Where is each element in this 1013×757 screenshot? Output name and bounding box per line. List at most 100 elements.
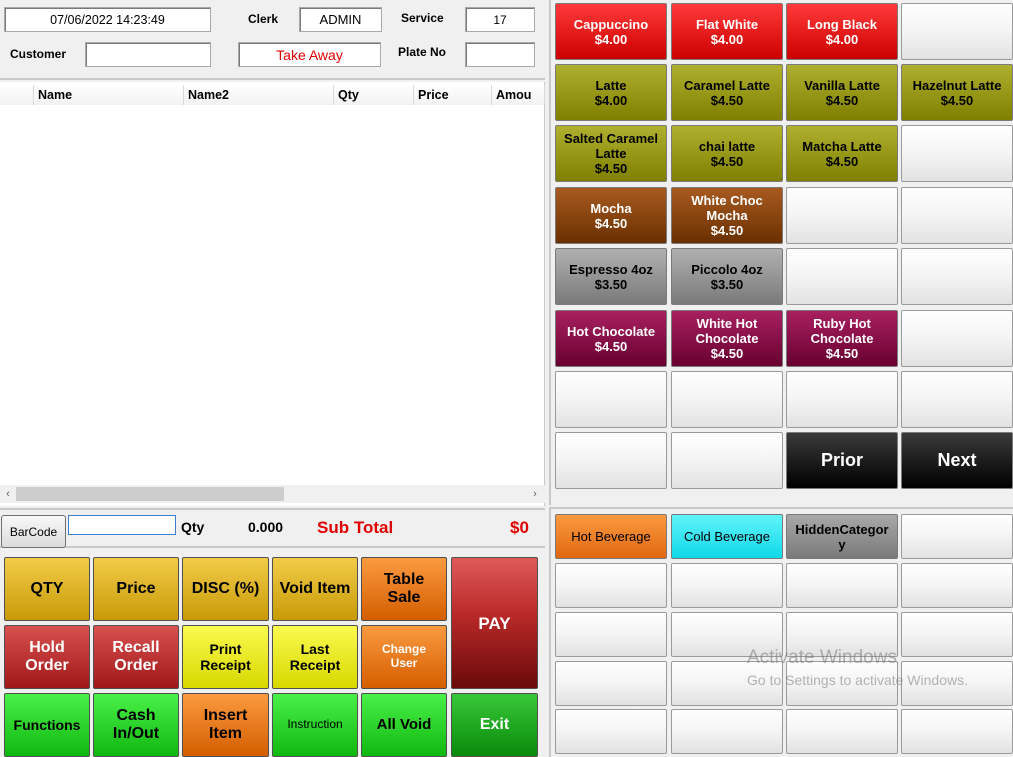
col-qty[interactable]: Qty (334, 85, 414, 105)
product-latte[interactable]: Latte $4.00 (555, 64, 667, 121)
empty-product-slot[interactable] (555, 371, 667, 428)
empty-product-slot[interactable] (901, 187, 1013, 244)
table-sale-button[interactable]: Table Sale (361, 557, 447, 621)
empty-product-slot[interactable] (786, 248, 898, 305)
scroll-left-icon[interactable]: ‹ (0, 487, 16, 501)
empty-category-slot[interactable] (555, 612, 667, 657)
instruction-button[interactable]: Instruction (272, 693, 358, 757)
product-price: $3.50 (594, 276, 628, 292)
product-matcha-latte[interactable]: Matcha Latte $4.50 (786, 125, 898, 182)
empty-category-slot[interactable] (555, 563, 667, 608)
product-name: Caramel Latte (684, 77, 770, 93)
product-hazelnut-latte[interactable]: Hazelnut Latte $4.50 (901, 64, 1013, 121)
exit-button[interactable]: Exit (451, 693, 538, 757)
service-field[interactable]: 17 (465, 7, 535, 32)
barcode-button[interactable]: BarCode (1, 515, 66, 548)
cash-in-out-button[interactable]: Cash In/Out (93, 693, 179, 757)
empty-category-slot[interactable] (786, 661, 898, 706)
product-name: Mocha (590, 200, 632, 216)
customer-field[interactable] (85, 42, 211, 67)
category-hidden[interactable]: HiddenCategory (786, 514, 898, 559)
horizontal-scrollbar[interactable]: ‹ › (0, 485, 545, 503)
empty-product-slot[interactable] (901, 248, 1013, 305)
hold-order-button[interactable]: Hold Order (4, 625, 90, 689)
product-ruby-hot-chocolate[interactable]: Ruby Hot Chocolate $4.50 (786, 310, 898, 367)
empty-product-slot[interactable] (901, 371, 1013, 428)
empty-product-slot[interactable] (786, 187, 898, 244)
product-hot-chocolate[interactable]: Hot Chocolate $4.50 (555, 310, 667, 367)
next-page-button[interactable]: Next (901, 432, 1013, 489)
col-amount[interactable]: Amou (492, 85, 545, 105)
insert-item-button[interactable]: Insert Item (182, 693, 269, 757)
product-chai-latte[interactable]: chai latte $4.50 (671, 125, 783, 182)
product-salted-caramel-latte[interactable]: Salted Caramel Latte $4.50 (555, 125, 667, 182)
pay-button[interactable]: PAY (451, 557, 538, 689)
product-name: Vanilla Latte (804, 77, 880, 93)
empty-category-slot[interactable] (901, 709, 1013, 754)
empty-category-slot[interactable] (671, 709, 783, 754)
product-white-hot-chocolate[interactable]: White Hot Chocolate $4.50 (671, 310, 783, 367)
subtotal-label: Sub Total (317, 518, 394, 537)
product-price: $4.00 (594, 31, 628, 47)
product-vanilla-latte[interactable]: Vanilla Latte $4.50 (786, 64, 898, 121)
scroll-thumb[interactable] (16, 487, 284, 501)
empty-category-slot[interactable] (901, 563, 1013, 608)
order-grid[interactable]: Name Name2 Qty Price Amou ‹ › (0, 82, 545, 506)
product-flat-white[interactable]: Flat White $4.00 (671, 3, 783, 60)
scroll-right-icon[interactable]: › (527, 487, 543, 501)
order-type-field[interactable]: Take Away (238, 42, 381, 67)
empty-category-slot[interactable] (786, 563, 898, 608)
recall-order-button[interactable]: Recall Order (93, 625, 179, 689)
product-price: $4.00 (825, 31, 859, 47)
product-price: $4.50 (825, 92, 859, 108)
all-void-button[interactable]: All Void (361, 693, 447, 757)
empty-product-slot[interactable] (901, 310, 1013, 367)
col-price[interactable]: Price (414, 85, 492, 105)
discount-button[interactable]: DISC (%) (182, 557, 269, 621)
empty-category-slot[interactable] (786, 709, 898, 754)
product-name: Salted Caramel Latte (564, 131, 658, 161)
product-piccolo[interactable]: Piccolo 4oz $3.50 (671, 248, 783, 305)
product-name: Latte (595, 77, 627, 93)
empty-product-slot[interactable] (901, 125, 1013, 182)
product-price: $4.00 (710, 31, 744, 47)
product-mocha[interactable]: Mocha $4.50 (555, 187, 667, 244)
col-name[interactable]: Name (34, 85, 184, 105)
empty-category-slot[interactable] (671, 612, 783, 657)
empty-category-slot[interactable] (671, 563, 783, 608)
change-user-button[interactable]: Change User (361, 625, 447, 689)
empty-category-slot[interactable] (671, 661, 783, 706)
product-espresso[interactable]: Espresso 4oz $3.50 (555, 248, 667, 305)
void-item-button[interactable]: Void Item (272, 557, 358, 621)
product-price: $3.50 (710, 276, 744, 292)
empty-category-slot[interactable] (901, 514, 1013, 559)
prior-page-button[interactable]: Prior (786, 432, 898, 489)
category-hot-beverage[interactable]: Hot Beverage (555, 514, 667, 559)
product-price: $4.50 (594, 215, 628, 231)
empty-category-slot[interactable] (901, 612, 1013, 657)
empty-product-slot[interactable] (671, 371, 783, 428)
qty-button[interactable]: QTY (4, 557, 90, 621)
empty-category-slot[interactable] (786, 612, 898, 657)
functions-button[interactable]: Functions (4, 693, 90, 757)
product-caramel-latte[interactable]: Caramel Latte $4.50 (671, 64, 783, 121)
print-receipt-button[interactable]: Print Receipt (182, 625, 269, 689)
plate-field[interactable] (465, 42, 535, 67)
empty-product-slot[interactable] (901, 3, 1013, 60)
barcode-input[interactable] (68, 515, 176, 535)
empty-category-slot[interactable] (555, 709, 667, 754)
product-white-choc-mocha[interactable]: White Choc Mocha $4.50 (671, 187, 783, 244)
empty-product-slot[interactable] (786, 371, 898, 428)
category-cold-beverage[interactable]: Cold Beverage (671, 514, 783, 559)
col-name2[interactable]: Name2 (184, 85, 334, 105)
product-long-black[interactable]: Long Black $4.00 (786, 3, 898, 60)
empty-category-slot[interactable] (555, 661, 667, 706)
product-cappuccino[interactable]: Cappuccino $4.00 (555, 3, 667, 60)
product-name: Espresso 4oz (569, 261, 653, 277)
price-button[interactable]: Price (93, 557, 179, 621)
empty-product-slot[interactable] (671, 432, 783, 489)
last-receipt-button[interactable]: Last Receipt (272, 625, 358, 689)
empty-category-slot[interactable] (901, 661, 1013, 706)
product-name: Flat White (695, 16, 759, 32)
empty-product-slot[interactable] (555, 432, 667, 489)
